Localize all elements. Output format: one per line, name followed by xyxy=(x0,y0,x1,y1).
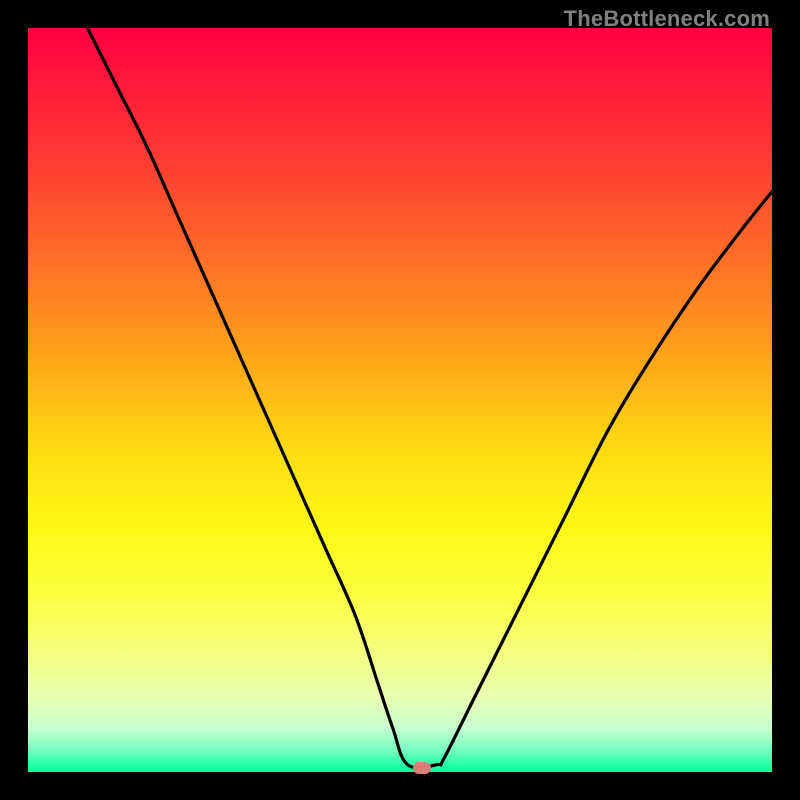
bottleneck-curve xyxy=(28,28,772,772)
plot-area xyxy=(28,28,772,772)
optimal-point-marker xyxy=(413,762,431,774)
watermark-text: TheBottleneck.com xyxy=(564,6,770,32)
chart-frame: TheBottleneck.com xyxy=(0,0,800,800)
